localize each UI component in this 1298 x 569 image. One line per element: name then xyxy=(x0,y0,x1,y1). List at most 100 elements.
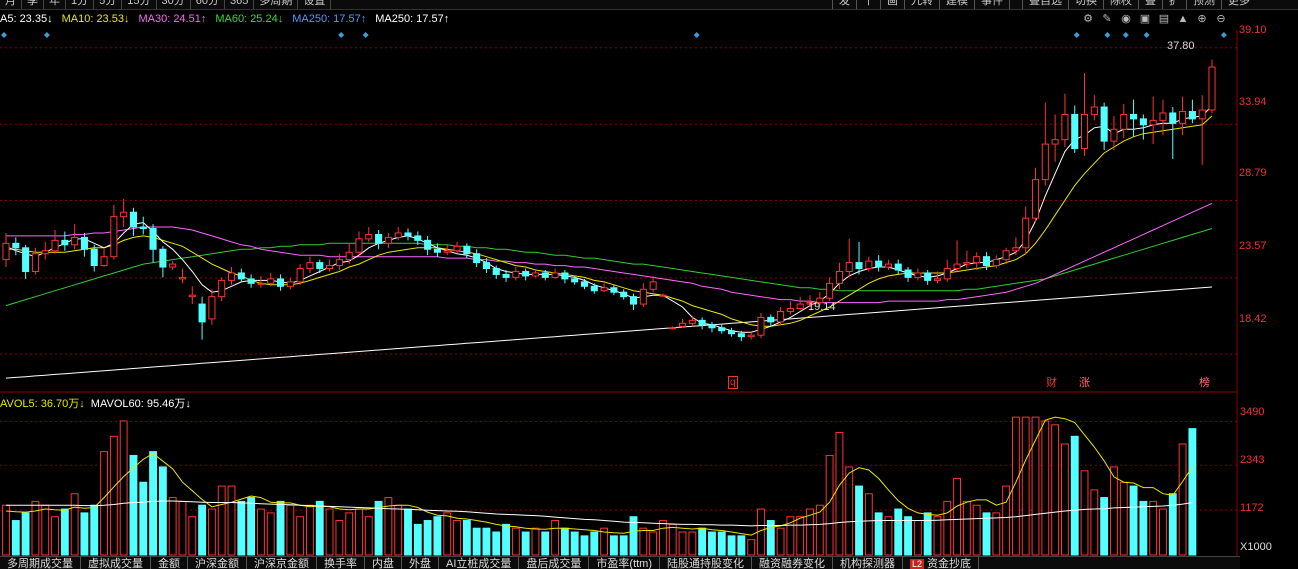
candle[interactable] xyxy=(855,241,863,275)
candle[interactable] xyxy=(218,277,226,302)
candle[interactable] xyxy=(561,270,569,284)
candle[interactable] xyxy=(276,274,285,291)
candle[interactable] xyxy=(326,259,334,272)
candle[interactable] xyxy=(826,277,834,302)
candle[interactable] xyxy=(796,296,804,310)
candle[interactable] xyxy=(590,283,598,294)
indicator-tab[interactable]: 外盘 xyxy=(402,557,439,569)
candle[interactable] xyxy=(424,235,432,256)
candle[interactable] xyxy=(41,241,49,260)
candle[interactable] xyxy=(718,324,726,334)
indicator-tab[interactable]: 机构探测器 xyxy=(833,557,904,569)
candle[interactable] xyxy=(884,259,892,270)
price-rise-marker[interactable]: 涨 xyxy=(1079,377,1090,389)
candle[interactable] xyxy=(296,264,304,285)
indicator-tab[interactable]: 盘后成交量 xyxy=(519,557,590,569)
candle[interactable] xyxy=(433,243,441,257)
candle[interactable] xyxy=(257,275,265,288)
candle[interactable] xyxy=(404,228,412,241)
candle[interactable] xyxy=(129,207,138,236)
candle[interactable] xyxy=(1198,95,1206,165)
candle[interactable] xyxy=(365,227,373,242)
candle[interactable] xyxy=(894,259,902,275)
candle[interactable] xyxy=(659,293,667,297)
candle[interactable] xyxy=(1149,96,1157,145)
candle[interactable] xyxy=(453,241,461,254)
candle[interactable] xyxy=(688,315,696,327)
candle[interactable] xyxy=(669,326,677,330)
candle[interactable] xyxy=(100,247,108,268)
candle[interactable] xyxy=(1179,96,1187,136)
candle[interactable] xyxy=(139,216,147,235)
candle[interactable] xyxy=(1110,115,1118,150)
candle[interactable] xyxy=(198,296,206,340)
event-diamond[interactable] xyxy=(1220,32,1227,38)
candle[interactable] xyxy=(1169,107,1177,159)
candle[interactable] xyxy=(247,274,255,288)
candle[interactable] xyxy=(237,268,245,282)
candle[interactable] xyxy=(90,244,98,272)
candle[interactable] xyxy=(757,312,765,339)
candle[interactable] xyxy=(551,268,559,279)
indicator-tab[interactable]: 市盈率(ttm) xyxy=(589,557,661,569)
candle[interactable] xyxy=(169,261,177,270)
candle[interactable] xyxy=(1090,95,1098,121)
candle[interactable] xyxy=(1080,72,1089,156)
candle[interactable] xyxy=(1100,102,1108,150)
candle[interactable] xyxy=(629,293,638,310)
candle[interactable] xyxy=(767,314,775,327)
candle[interactable] xyxy=(384,232,392,248)
event-diamond[interactable] xyxy=(1122,32,1129,38)
candle[interactable] xyxy=(777,307,785,325)
candle[interactable] xyxy=(12,237,20,256)
candle[interactable] xyxy=(1022,206,1030,254)
candle[interactable] xyxy=(120,198,128,228)
indicator-tab[interactable]: L2 资金抄底 xyxy=(903,557,980,569)
candle[interactable] xyxy=(71,224,79,250)
candle[interactable] xyxy=(306,256,314,273)
indicator-tab[interactable]: 沪深金额 xyxy=(188,557,247,569)
indicator-tab[interactable]: 多周期成交量 xyxy=(0,557,81,569)
candle[interactable] xyxy=(698,317,706,330)
indicator-tab[interactable]: 沪深京金额 xyxy=(247,557,317,569)
candle[interactable] xyxy=(335,253,343,270)
candle[interactable] xyxy=(1188,99,1196,124)
kline-chart[interactable] xyxy=(0,0,1298,569)
candle[interactable] xyxy=(1130,99,1138,137)
indicator-tab[interactable]: 内盘 xyxy=(365,557,402,569)
indicator-tab[interactable]: 换手率 xyxy=(317,557,365,569)
candle[interactable] xyxy=(149,224,157,263)
candle[interactable] xyxy=(992,255,1000,269)
event-diamond[interactable] xyxy=(43,32,50,38)
indicator-tab[interactable]: AI立桩成交量 xyxy=(439,557,520,569)
candle[interactable] xyxy=(22,244,30,279)
event-diamond[interactable] xyxy=(1073,32,1080,38)
candle[interactable] xyxy=(512,267,520,281)
indicator-tab[interactable]: 融资融券变化 xyxy=(752,557,834,569)
candle[interactable] xyxy=(1061,93,1069,148)
financial-report-marker[interactable]: 财 xyxy=(1046,377,1057,389)
candle[interactable] xyxy=(600,283,608,293)
candle[interactable] xyxy=(188,286,196,305)
candle[interactable] xyxy=(159,246,167,278)
candle[interactable] xyxy=(51,230,59,254)
event-diamond[interactable] xyxy=(338,32,345,38)
candle[interactable] xyxy=(1159,99,1167,136)
candle[interactable] xyxy=(943,259,951,282)
candle[interactable] xyxy=(178,268,187,284)
candle[interactable] xyxy=(708,321,716,333)
candle[interactable] xyxy=(639,283,647,308)
candle[interactable] xyxy=(914,268,922,281)
indicator-tab[interactable]: 陆股通持股变化 xyxy=(660,557,753,569)
indicator-tab[interactable]: 金额 xyxy=(151,557,188,569)
event-diamond[interactable] xyxy=(362,32,369,38)
candle[interactable] xyxy=(845,238,853,278)
candle[interactable] xyxy=(610,284,618,296)
candle[interactable] xyxy=(61,231,69,251)
candle[interactable] xyxy=(355,231,363,256)
candle[interactable] xyxy=(728,327,736,337)
candle[interactable] xyxy=(953,240,961,272)
candle[interactable] xyxy=(80,232,88,257)
candle[interactable] xyxy=(286,277,294,290)
indicator-tab[interactable]: 虚拟成交量 xyxy=(81,557,151,569)
